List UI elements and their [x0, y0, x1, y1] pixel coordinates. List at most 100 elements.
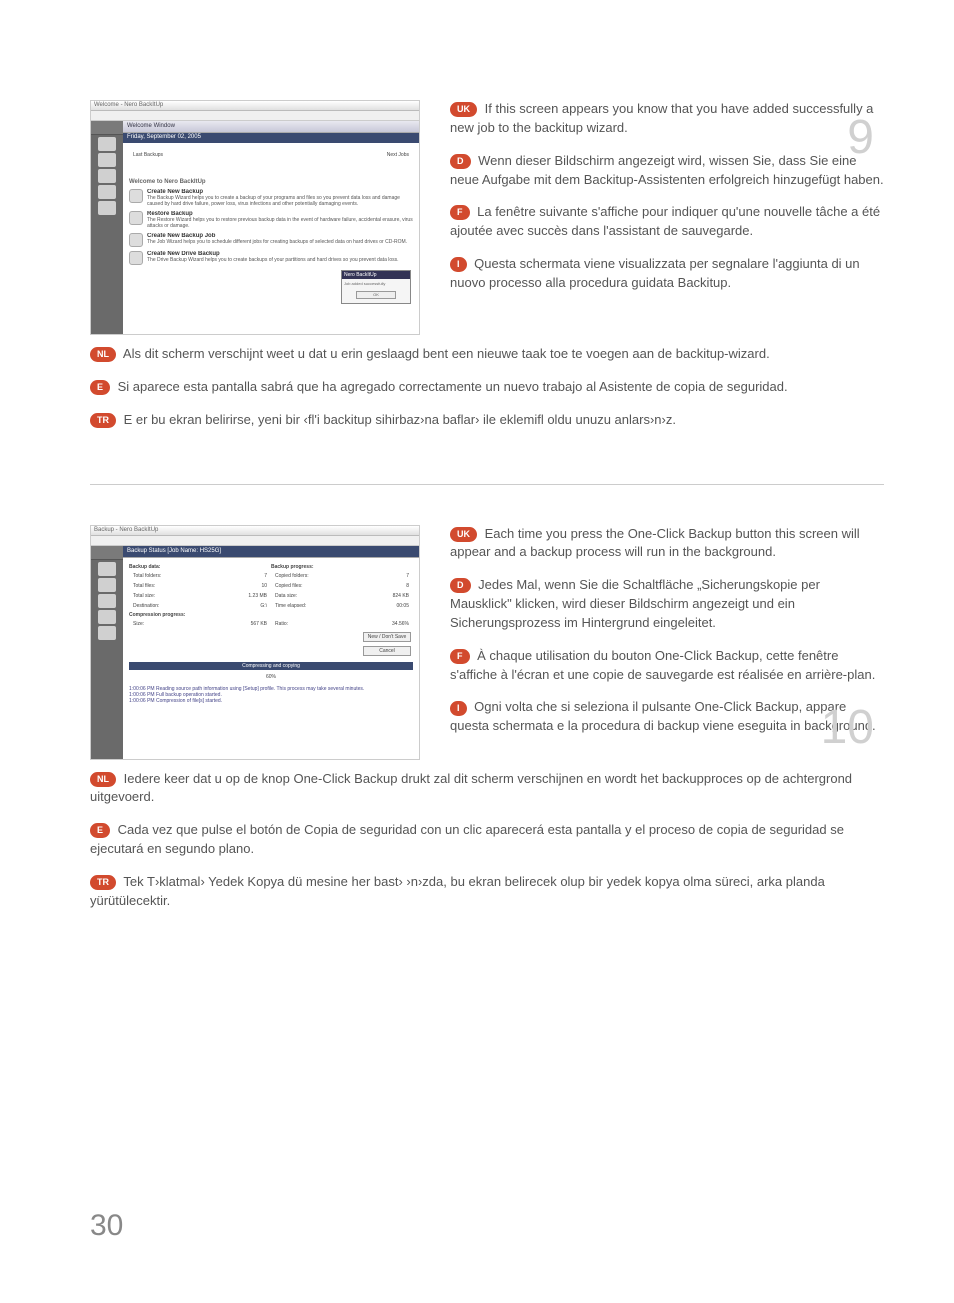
ss2-cfi-v: 8 — [363, 582, 411, 590]
ss1-date: Friday, September 02, 2005 — [123, 133, 419, 143]
ss1-toolbar — [91, 111, 419, 121]
ss2-progress-label: Compressing and copying — [129, 662, 413, 670]
s10-f-text: À chaque utilisation du bouton One-Click… — [450, 648, 875, 682]
ss1-welcome: Welcome to Nero BackItUp — [129, 179, 206, 185]
s10-tr-text: Tek T›klatmal› Yedek Kopya dü mesine her… — [90, 874, 825, 908]
ss2-te-v: 00:05 — [363, 602, 411, 610]
ss1-sidebar — [91, 121, 123, 334]
s9-f: F La fenêtre suivante s'affiche pour ind… — [450, 203, 884, 241]
badge-e-2: E — [90, 823, 110, 838]
ss2-btn-cancel: Cancel — [363, 646, 411, 656]
ss2-toolbar — [91, 536, 419, 546]
badge-f: F — [450, 205, 470, 220]
ss1-r1d: The Backup Wizard helps you to create a … — [147, 195, 400, 207]
ss2-pct: 60% — [129, 674, 413, 680]
s9-e: E Si aparece esta pantalla sabrá que ha … — [90, 378, 884, 397]
ss2-title: Backup - Nero BackItUp — [91, 526, 419, 536]
badge-nl: NL — [90, 347, 116, 362]
s10-nl-text: Iedere keer dat u op de knop One-Click B… — [90, 771, 852, 805]
ss2-ts-v: 1.23 MB — [213, 592, 269, 600]
ss2-tf-l: Total folders: — [131, 572, 211, 580]
s9-f-text: La fenêtre suivante s'affiche pour indiq… — [450, 204, 880, 238]
badge-uk: UK — [450, 102, 477, 117]
ss2-tfi-l: Total files: — [131, 582, 211, 590]
s10-uk-text: Each time you press the One-Click Backup… — [450, 526, 860, 560]
ss2-sz-v: 567 KB — [191, 620, 269, 628]
ss2-ds-l: Data size: — [273, 592, 361, 600]
s9-uk-text: If this screen appears you know that you… — [450, 101, 873, 135]
s10-i: I Ogni volta che si seleziona il pulsant… — [450, 698, 884, 736]
ss2-cf-l: Copied folders: — [273, 572, 361, 580]
badge-tr: TR — [90, 413, 116, 428]
s9-tr: TR E er bu ekran belirirse, yeni bir ‹fl… — [90, 411, 884, 430]
ss2-cfi-l: Copied files: — [273, 582, 361, 590]
ss2-te-l: Time elapsed: — [273, 602, 361, 610]
ss1-col-next: Next Jobs — [290, 151, 411, 159]
s10-uk: UK Each time you press the One-Click Bac… — [450, 525, 884, 563]
ss2-bp: Backup progress: — [271, 564, 314, 570]
s9-d: D Wenn dieser Bildschirm angezeigt wird,… — [450, 152, 884, 190]
s10-f: F À chaque utilisation du bouton One-Cli… — [450, 647, 884, 685]
screenshot-welcome: Welcome - Nero BackItUp Welcome Window F… — [90, 100, 420, 335]
ss1-r4d: The Drive Backup Wizard helps you to cre… — [147, 257, 399, 263]
s10-e-text: Cada vez que pulse el botón de Copia de … — [90, 822, 844, 856]
ss1-header: Welcome Window — [123, 121, 419, 133]
s10-d: D Jedes Mal, wenn Sie die Schaltfläche „… — [450, 576, 884, 633]
ss2-header: Backup Status [Job Name: HS25G] — [123, 546, 419, 558]
ss2-tfi-v: 10 — [213, 582, 269, 590]
badge-uk-2: UK — [450, 527, 477, 542]
section-10: Backup - Nero BackItUp Backup Status [Jo… — [90, 525, 884, 925]
ss2-cp: Compression progress: — [129, 612, 185, 618]
badge-nl-2: NL — [90, 772, 116, 787]
section-9: Welcome - Nero BackItUp Welcome Window F… — [90, 100, 884, 444]
badge-d: D — [450, 154, 471, 169]
ss1-r3d: The Job Wizard helps you to schedule dif… — [147, 239, 407, 245]
ss2-sidebar — [91, 546, 123, 759]
ss2-rt-l: Ratio: — [273, 620, 334, 628]
ss2-progress: Compressing and copying — [129, 662, 413, 670]
ss2-bd: Backup data: — [129, 564, 160, 570]
ss2-sz-l: Size: — [131, 620, 189, 628]
step-number-10: 10 — [821, 700, 874, 755]
s9-tr-text: E er bu ekran belirirse, yeni bir ‹fl'i … — [124, 412, 676, 427]
ss2-btn-new: New / Don't Save — [363, 632, 411, 642]
s9-uk: UK If this screen appears you know that … — [450, 100, 884, 138]
s9-d-text: Wenn dieser Bildschirm angezeigt wird, w… — [450, 153, 884, 187]
s9-nl: NL Als dit scherm verschijnt weet u dat … — [90, 345, 884, 364]
badge-d-2: D — [450, 578, 471, 593]
badge-e: E — [90, 380, 110, 395]
section-divider — [90, 484, 884, 485]
s10-e: E Cada vez que pulse el botón de Copia d… — [90, 821, 884, 859]
ss1-popup-title: Nero BackItUp — [342, 271, 410, 279]
badge-i: I — [450, 257, 467, 272]
s9-nl-text: Als dit scherm verschijnt weet u dat u e… — [123, 346, 770, 361]
s10-tr: TR Tek T›klatmal› Yedek Kopya dü mesine … — [90, 873, 884, 911]
ss1-popup-ok: OK — [356, 291, 396, 299]
badge-i-2: I — [450, 701, 467, 716]
page-footer-number: 30 — [90, 1209, 123, 1243]
s10-d-text: Jedes Mal, wenn Sie die Schaltfläche „Si… — [450, 577, 820, 630]
ss2-content: Backup data: Total folders:7 Total files… — [123, 558, 419, 759]
s9-e-text: Si aparece esta pantalla sabrá que ha ag… — [118, 379, 788, 394]
ss2-cf-v: 7 — [363, 572, 411, 580]
ss1-popup-body: Job added successfully — [342, 279, 410, 288]
ss1-col-last: Last Backups — [131, 151, 288, 159]
ss2-ts-l: Total size: — [131, 592, 211, 600]
ss2-rt-v: 34.56% — [336, 620, 411, 628]
ss2-log3: 1:00:06 PM Compression of file[s] starte… — [129, 698, 413, 704]
s10-i-text: Ogni volta che si seleziona il pulsante … — [450, 699, 876, 733]
ss2-ds-v: 824 KB — [363, 592, 411, 600]
badge-tr-2: TR — [90, 875, 116, 890]
ss1-content: Last Backups Next Jobs Welcome to Nero B… — [123, 143, 419, 334]
badge-f-2: F — [450, 649, 470, 664]
screenshot-backup: Backup - Nero BackItUp Backup Status [Jo… — [90, 525, 420, 760]
s9-i-text: Questa schermata viene visualizzata per … — [450, 256, 860, 290]
ss2-dst-v: G:\ — [213, 602, 269, 610]
ss1-r2d: The Restore Wizard helps you to restore … — [147, 217, 413, 229]
ss2-dst-l: Destination: — [131, 602, 211, 610]
ss1-popup: Nero BackItUp Job added successfully OK — [341, 270, 411, 304]
ss2-tf-v: 7 — [213, 572, 269, 580]
step-number-9: 9 — [847, 110, 874, 165]
s9-i: I Questa schermata viene visualizzata pe… — [450, 255, 884, 293]
ss1-title: Welcome - Nero BackItUp — [91, 101, 419, 111]
